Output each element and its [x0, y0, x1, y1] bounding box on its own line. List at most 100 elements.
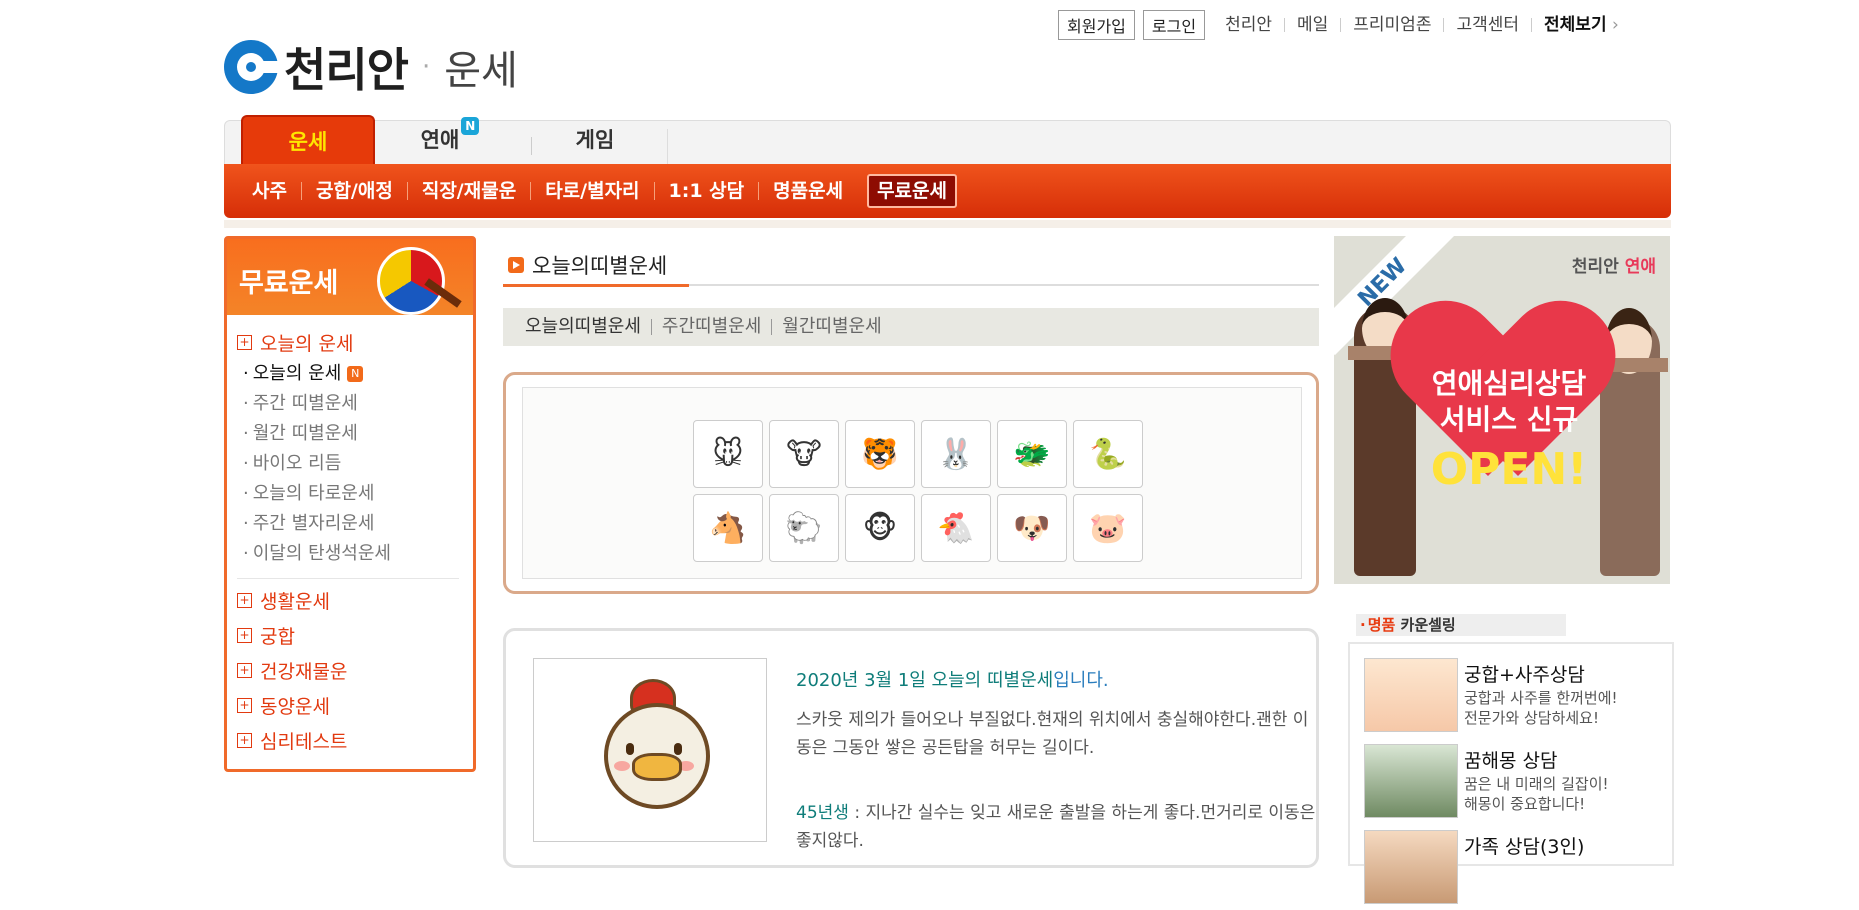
- zodiac-selector: 🐭 🐮 🐯 🐰 🐲 🐍 🐴 🐑 🐵 🐔 🐶 🐷: [503, 372, 1319, 594]
- brand-separator: ·: [421, 52, 431, 82]
- dog-icon[interactable]: 🐶: [997, 494, 1067, 562]
- counseling-label: 명품 카운셀링: [1356, 614, 1566, 636]
- fortune-date-suffix: 입니다.: [1053, 670, 1109, 691]
- sheep-icon[interactable]: 🐑: [769, 494, 839, 562]
- counseling-label-red: 명품: [1367, 616, 1396, 634]
- counseling-title: 궁합+사주상담: [1464, 664, 1585, 686]
- subnav-compatibility[interactable]: 궁합/애정: [300, 182, 407, 201]
- fortune-date-text: 2020년 3월 1일 오늘의 띠별운세: [796, 670, 1054, 691]
- sidebar-header: 무료운세: [227, 239, 473, 315]
- sidebar-cat-oriental[interactable]: + 동양운세: [237, 692, 459, 719]
- view-all-link[interactable]: 전체보기: [1531, 17, 1631, 34]
- counseling-list: 궁합+사주상담 궁합과 사주를 한꺼번에! 전문가와 상담하세요! 꿈해몽 상담…: [1348, 642, 1674, 904]
- topnav-link-premium[interactable]: 프리미엄존: [1340, 17, 1443, 34]
- dream-thumbnail: [1364, 744, 1458, 818]
- counseling-title: 가족 상담(3인): [1464, 836, 1585, 858]
- counseling-item[interactable]: 가족 상담(3인): [1364, 830, 1664, 910]
- pig-icon[interactable]: 🐷: [1073, 494, 1143, 562]
- page-title: 오늘의띠별운세: [508, 250, 667, 280]
- sidebar-item-today[interactable]: 오늘의 운세 N: [243, 362, 459, 386]
- sidebar-cat-compat[interactable]: + 궁합: [237, 622, 459, 649]
- subnav-premium[interactable]: 명품운세: [758, 182, 857, 201]
- sidebar-item-weekly[interactable]: 주간 띠별운세: [243, 392, 459, 416]
- counseling-item[interactable]: 꿈해몽 상담 꿈은 내 미래의 길잡이! 해몽이 중요합니다!: [1364, 744, 1664, 824]
- rat-icon[interactable]: 🐭: [693, 420, 763, 488]
- sidebar-cat-label: 동양운세: [260, 696, 330, 718]
- banner-text: 연애심리상담 서비스 신규 OPEN!: [1394, 366, 1624, 495]
- sidebar-cat-today[interactable]: + 오늘의 운세: [237, 329, 459, 356]
- fortune-text: 스카웃 제의가 들어오나 부질없다.현재의 위치에서 충실해야한다.괜한 이동은…: [796, 710, 1309, 758]
- ox-icon[interactable]: 🐮: [769, 420, 839, 488]
- sub-navigation: 사주 궁합/애정 직장/재물운 타로/별자리 1:1 상담 명품운세 무료운세: [224, 164, 1671, 218]
- login-button[interactable]: 로그인: [1142, 10, 1206, 40]
- topnav-link-mail[interactable]: 메일: [1283, 17, 1340, 34]
- title-underline-accent: [503, 284, 689, 287]
- desc-line: 꿈은 내 미래의 길잡이! 해몽이 중요합니다!: [1464, 775, 1609, 813]
- banner-brand: 천리안 연애: [1572, 252, 1656, 277]
- zodiac-selector-inner: 🐭 🐮 🐯 🐰 🐲 🐍 🐴 🐑 🐵 🐔 🐶 🐷: [522, 387, 1302, 579]
- tab-fortune[interactable]: 운세: [241, 115, 375, 167]
- monkey-icon[interactable]: 🐵: [845, 494, 915, 562]
- sidebar-cat-health[interactable]: + 건강재물운: [237, 657, 459, 684]
- subnav-shadow: [224, 220, 1671, 228]
- sidebar-title: 무료운세: [239, 268, 339, 299]
- expand-icon: +: [237, 663, 252, 678]
- expand-icon: +: [237, 698, 252, 713]
- dragon-icon[interactable]: 🐲: [997, 420, 1067, 488]
- counseling-item[interactable]: 궁합+사주상담 궁합과 사주를 한꺼번에! 전문가와 상담하세요!: [1364, 658, 1664, 738]
- sidebar-cat-label: 생활운세: [260, 591, 330, 613]
- tab-game-label: 게임: [575, 128, 615, 152]
- horse-icon[interactable]: 🐴: [693, 494, 763, 562]
- tab-game[interactable]: 게임: [525, 115, 665, 165]
- sidebar-item-birthstone[interactable]: 이달의 탄생석운세: [243, 542, 459, 566]
- sidebar-cat-life[interactable]: + 생활운세: [237, 587, 459, 614]
- rooster-icon[interactable]: 🐔: [921, 494, 991, 562]
- subtab-daily[interactable]: 오늘의띠별운세: [525, 318, 651, 336]
- topnav-link-support[interactable]: 고객센터: [1443, 17, 1531, 34]
- sidebar-item-monthly[interactable]: 월간 띠별운세: [243, 422, 459, 446]
- sidebar-cat-label: 건강재물운: [260, 661, 348, 683]
- rooster-eye: [626, 743, 634, 755]
- subnav-tarot[interactable]: 타로/별자리: [530, 182, 653, 201]
- subtab-weekly[interactable]: 주간띠별운세: [650, 318, 771, 336]
- topnav-link-chollian[interactable]: 천리안: [1213, 17, 1284, 34]
- top-navigation: 회원가입 로그인 천리안 메일 프리미엄존 고객센터 전체보기: [1058, 10, 1631, 40]
- rooster-eye: [674, 743, 682, 755]
- banner-line-2: 서비스 신규: [1439, 403, 1579, 436]
- tab-dating[interactable]: 연애N: [375, 115, 525, 165]
- brand-section: 운세: [444, 48, 518, 94]
- fortune-date-title: 2020년 3월 1일 오늘의 띠별운세입니다.: [796, 666, 1109, 692]
- tab-dating-label: 연애: [420, 128, 460, 152]
- sidebar-cat-label: 심리테스트: [260, 731, 348, 753]
- sidebar-item-zodiac[interactable]: 주간 별자리운세: [243, 512, 459, 536]
- sidebar-divider: [237, 578, 459, 579]
- play-icon: [508, 257, 524, 273]
- banner-line-3: OPEN!: [1430, 444, 1588, 495]
- banner-brand-suffix: 연애: [1624, 257, 1656, 277]
- expand-icon: +: [237, 733, 252, 748]
- counseling-title: 꿈해몽 상담: [1464, 750, 1558, 772]
- desc-line: 궁합과 사주를 한꺼번에! 전문가와 상담하세요!: [1464, 689, 1618, 727]
- sidebar-item-tarot[interactable]: 오늘의 타로운세: [243, 482, 459, 506]
- subnav-saju[interactable]: 사주: [238, 182, 301, 201]
- subnav-consult[interactable]: 1:1 상담: [653, 182, 759, 201]
- dating-banner[interactable]: NEW 천리안 연애 연애심리상담 서비스 신규 OPEN!: [1334, 236, 1670, 584]
- join-button[interactable]: 회원가입: [1058, 10, 1135, 40]
- chollian-logo-icon: [224, 40, 280, 94]
- expand-icon: +: [237, 593, 252, 608]
- snake-icon[interactable]: 🐍: [1073, 420, 1143, 488]
- sidebar-cat-label: 궁합: [260, 626, 295, 648]
- sidebar-menu: +오늘의 운세 오늘의 운세N 주간 띠별운세 월간 띠별운세 바이오 리듬 오…: [237, 321, 459, 754]
- left-sidebar: 무료운세 +오늘의 운세 오늘의 운세N 주간 띠별운세 월간 띠별운세 바이오…: [224, 236, 476, 772]
- sidebar-cat-psych[interactable]: + 심리테스트: [237, 727, 459, 754]
- subtab-monthly[interactable]: 월간띠별운세: [771, 318, 891, 336]
- rabbit-icon[interactable]: 🐰: [921, 420, 991, 488]
- rooster-cheek: [614, 761, 630, 771]
- tiger-icon[interactable]: 🐯: [845, 420, 915, 488]
- site-logo[interactable]: 천리안 · 운세: [224, 34, 518, 100]
- subnav-career[interactable]: 직장/재물운: [406, 182, 530, 201]
- sidebar-item-biorhythm[interactable]: 바이오 리듬: [243, 452, 459, 476]
- subnav-free-fortune[interactable]: 무료운세: [867, 174, 957, 208]
- year-label: 45년생: [796, 803, 849, 823]
- sidebar-item-label: 오늘의 운세: [252, 363, 342, 384]
